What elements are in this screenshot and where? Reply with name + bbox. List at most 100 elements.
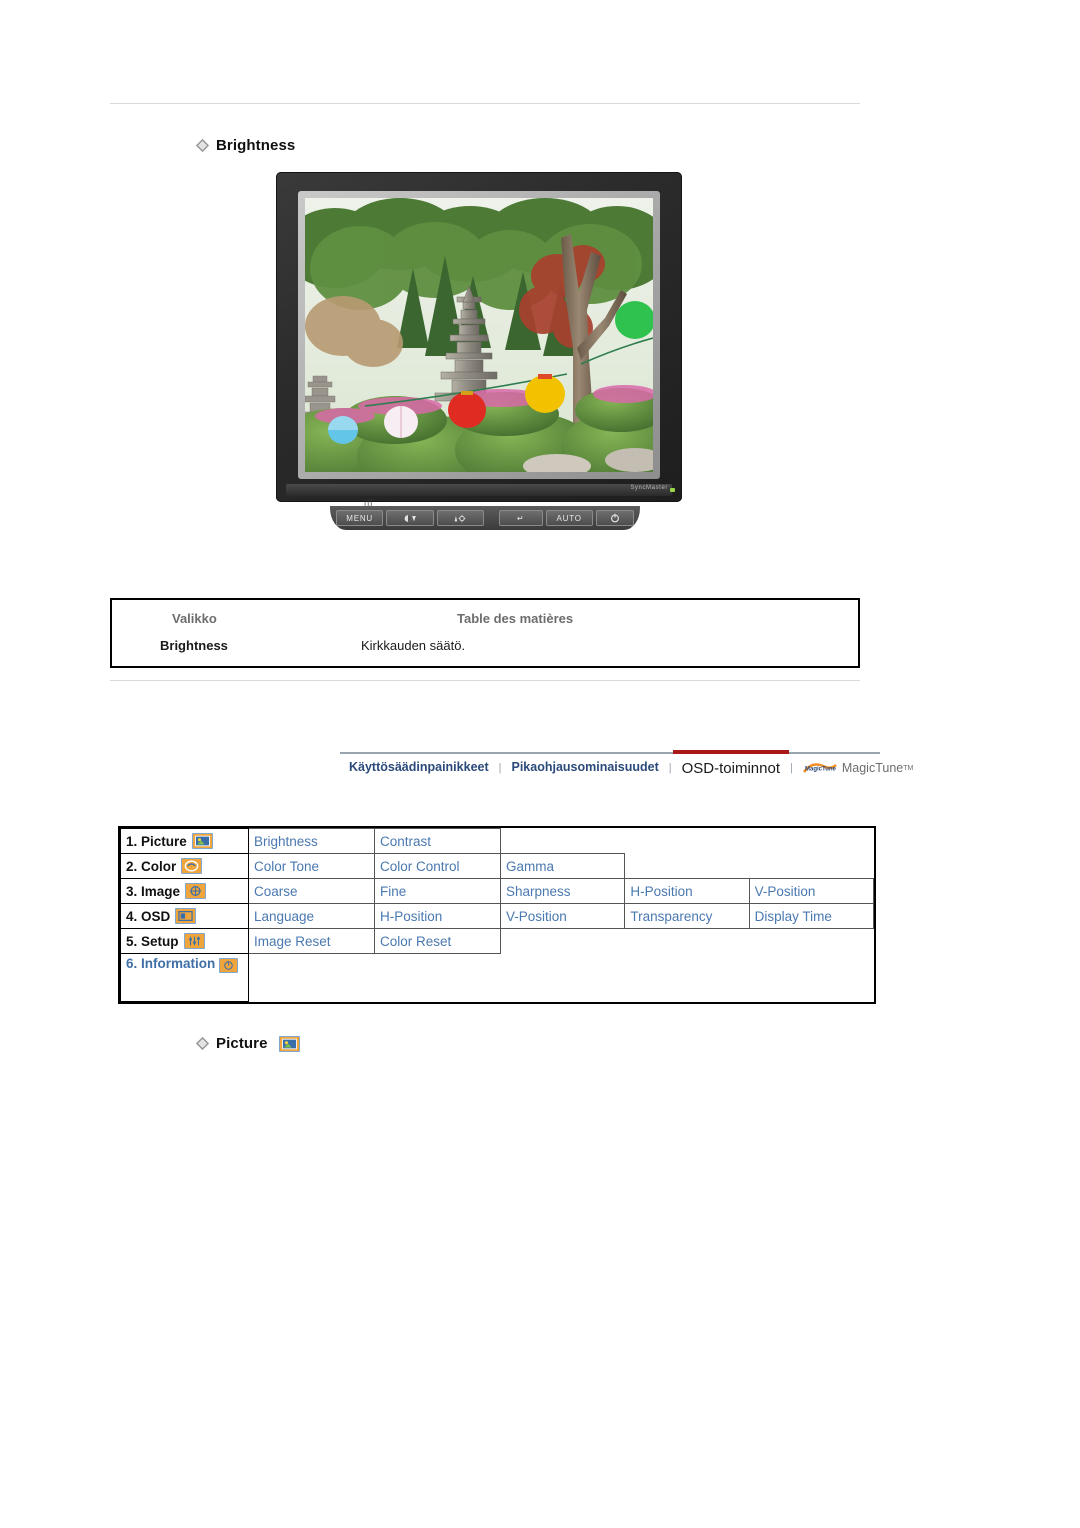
information-icon xyxy=(219,958,239,973)
diamond-bullet-icon xyxy=(196,1037,209,1050)
osd-empty-cell xyxy=(749,829,873,854)
power-led-indicator xyxy=(670,488,675,492)
osd-category-setup-label: 5. Setup xyxy=(126,933,179,949)
osd-empty-cell xyxy=(625,929,749,954)
middle-divider xyxy=(110,680,860,681)
brightness-heading-label: Brightness xyxy=(216,137,296,154)
osd-empty-cell xyxy=(625,954,749,1002)
garden-photo xyxy=(305,198,653,472)
osd-item-h-position[interactable]: H-Position xyxy=(624,878,750,904)
auto-button[interactable]: AUTO xyxy=(545,510,593,526)
osd-empty-cell xyxy=(501,929,625,954)
osd-empty-cell xyxy=(625,854,749,879)
osd-item-gamma[interactable]: Gamma xyxy=(499,853,626,879)
osd-empty-cell xyxy=(501,829,625,854)
up-adjust-button[interactable] xyxy=(436,510,484,526)
osd-item-color-tone[interactable]: Color Tone xyxy=(248,853,375,879)
brightness-down-button[interactable] xyxy=(386,510,434,526)
trademark-mark: TM xyxy=(903,764,914,772)
osd-item-v-position[interactable]: V-Position xyxy=(748,878,875,904)
image-icon xyxy=(185,883,207,899)
osd-category-osd[interactable]: 4. OSD xyxy=(120,903,249,929)
osd-empty-cell xyxy=(749,929,873,954)
control-bar-gap xyxy=(487,510,496,526)
tab-magictune[interactable]: MagicTune MagicTune TM xyxy=(794,752,922,775)
magictune-logo-icon: MagicTune xyxy=(802,762,837,773)
osd-category-osd-label: 4. OSD xyxy=(126,908,171,924)
table-row: 2. Color Color Tone Color Control Gamma xyxy=(120,853,874,879)
osd-empty-cell xyxy=(501,954,625,1002)
osd-empty-cell xyxy=(249,954,375,1002)
picture-heading-label: Picture xyxy=(216,1035,268,1052)
tab-osd-functions-label: OSD-toiminnot xyxy=(681,760,780,777)
osd-empty-cell xyxy=(749,854,873,879)
osd-item-osd-v-position[interactable]: V-Position xyxy=(499,903,626,929)
osd-category-color[interactable]: 2. Color xyxy=(120,853,249,879)
power-button[interactable] xyxy=(595,510,634,526)
table-row: Brightness Kirkkauden säätö. xyxy=(112,635,858,666)
osd-category-setup[interactable]: 5. Setup xyxy=(120,928,249,954)
menu-description-table: Valikko Table des matières Brightness Ki… xyxy=(110,598,860,668)
table-row: 3. Image Coarse Fine Sharpness H-Positio… xyxy=(120,878,875,904)
table-row: 6. Information xyxy=(120,953,874,1002)
tab-control-buttons[interactable]: Käyttösäädinpainikkeet xyxy=(340,752,498,774)
tab-control-buttons-label: Käyttösäädinpainikkeet xyxy=(349,760,489,774)
table-row: 5. Setup Image Reset Color Reset xyxy=(120,928,874,954)
picture-icon xyxy=(191,833,213,849)
diamond-bullet-icon xyxy=(196,139,209,152)
monitor-illustration: SyncMaster ||| MENU ↵ AUTO xyxy=(276,172,682,532)
osd-empty-cell xyxy=(749,954,873,1002)
svg-text:MagicTune: MagicTune xyxy=(805,766,837,772)
tab-direct-functions-label: Pikaohjausominaisuudet xyxy=(511,760,659,774)
tab-osd-functions[interactable]: OSD-toiminnot xyxy=(672,750,789,777)
desc-header-toc: Table des matières xyxy=(457,611,574,626)
osd-category-information[interactable]: 6. Information xyxy=(120,953,249,1002)
osd-item-color-reset[interactable]: Color Reset xyxy=(374,928,501,954)
osd-empty-cell xyxy=(625,829,749,854)
up-arrow-icon xyxy=(454,514,466,522)
osd-category-information-label: 6. Information xyxy=(126,956,216,972)
osd-icon xyxy=(175,908,197,924)
desc-header-menu: Valikko xyxy=(172,611,217,626)
osd-empty-cell xyxy=(375,954,501,1002)
osd-category-picture-label: 1. Picture xyxy=(126,833,187,849)
osd-category-color-label: 2. Color xyxy=(126,858,177,874)
osd-item-transparency[interactable]: Transparency xyxy=(624,903,750,929)
top-divider xyxy=(110,103,860,104)
monitor-lower-strip xyxy=(286,484,672,496)
osd-item-brightness[interactable]: Brightness xyxy=(248,828,375,854)
osd-item-color-control[interactable]: Color Control xyxy=(374,853,501,879)
brightness-icon xyxy=(404,514,416,522)
osd-item-sharpness[interactable]: Sharpness xyxy=(499,878,626,904)
osd-item-contrast[interactable]: Contrast xyxy=(374,828,501,854)
power-icon xyxy=(610,513,619,523)
color-icon xyxy=(181,858,203,874)
osd-item-coarse[interactable]: Coarse xyxy=(248,878,375,904)
picture-icon xyxy=(278,1035,300,1052)
monitor-screen xyxy=(305,198,653,472)
brightness-section-heading: Brightness xyxy=(196,137,295,154)
osd-category-image[interactable]: 3. Image xyxy=(120,878,249,904)
enter-button[interactable]: ↵ xyxy=(498,510,543,526)
setup-icon xyxy=(183,933,205,949)
osd-menu-map-table: 1. Picture Brightness Contrast 2. Color xyxy=(118,826,876,1004)
table-row: 1. Picture Brightness Contrast xyxy=(120,828,874,854)
tab-direct-functions[interactable]: Pikaohjausominaisuudet xyxy=(503,752,668,774)
osd-item-display-time[interactable]: Display Time xyxy=(748,903,875,929)
tab-magictune-label: MagicTune xyxy=(841,761,904,775)
osd-category-picture[interactable]: 1. Picture xyxy=(120,828,249,854)
osd-item-fine[interactable]: Fine xyxy=(374,878,501,904)
table-row: 4. OSD Language H-Position V-Position Tr… xyxy=(120,903,875,929)
osd-item-osd-h-position[interactable]: H-Position xyxy=(374,903,501,929)
menu-button[interactable]: MENU xyxy=(336,510,384,526)
osd-item-language[interactable]: Language xyxy=(248,903,375,929)
picture-section-heading: Picture xyxy=(196,1035,300,1052)
osd-item-image-reset[interactable]: Image Reset xyxy=(248,928,375,954)
monitor-inner-frame xyxy=(298,191,660,479)
tab-navigation: Käyttösäädinpainikkeet | Pikaohjausomina… xyxy=(340,750,913,784)
desc-row-menu-name: Brightness xyxy=(160,638,228,653)
monitor-brand-logo: SyncMaster xyxy=(630,485,668,491)
desc-row-description: Kirkkauden säätö. xyxy=(361,638,466,653)
desc-table-header-row: Valikko Table des matières xyxy=(112,600,858,635)
osd-category-image-label: 3. Image xyxy=(126,883,181,899)
